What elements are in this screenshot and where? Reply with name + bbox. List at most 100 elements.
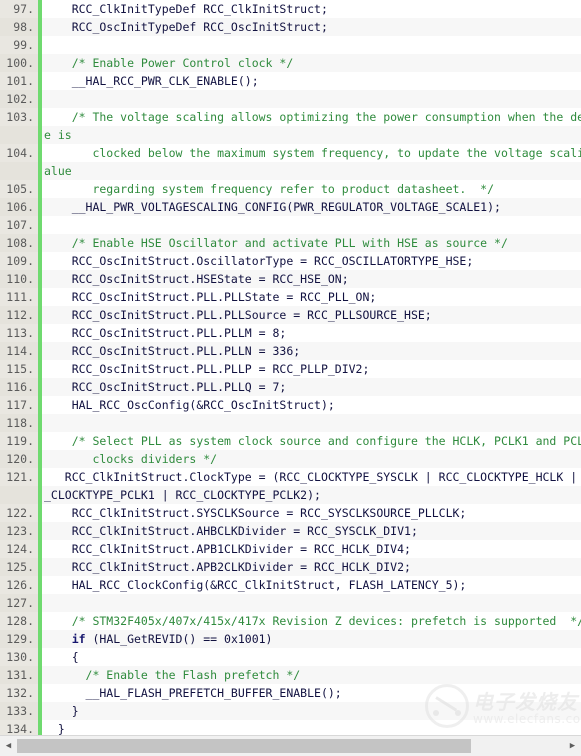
code-token-plain: } xyxy=(44,722,65,735)
code-line[interactable]: 97. RCC_ClkInitTypeDef RCC_ClkInitStruct… xyxy=(0,0,581,18)
code-token-plain: RCC_ClkInitStruct.APB2CLKDivider = RCC_H… xyxy=(44,560,411,574)
code-line[interactable]: 130. { xyxy=(0,648,581,666)
code-line-content[interactable]: { xyxy=(42,648,581,666)
code-line[interactable]: 103. /* The voltage scaling allows optim… xyxy=(0,108,581,126)
code-line[interactable]: 104. clocked below the maximum system fr… xyxy=(0,144,581,162)
code-line-content[interactable]: /* The voltage scaling allows optimizing… xyxy=(42,108,581,126)
code-line[interactable]: 111. RCC_OscInitStruct.PLL.PLLState = RC… xyxy=(0,288,581,306)
code-line[interactable]: 119. /* Select PLL as system clock sourc… xyxy=(0,432,581,450)
scrollbar-thumb[interactable] xyxy=(17,739,471,753)
scrollbar-track[interactable] xyxy=(17,739,564,753)
code-line-content[interactable] xyxy=(42,216,581,234)
code-line-content[interactable]: clocks dividers */ xyxy=(42,450,581,468)
code-line-content[interactable]: RCC_OscInitStruct.PLL.PLLN = 336; xyxy=(42,342,581,360)
code-line-content[interactable]: } xyxy=(42,702,581,720)
code-line[interactable]: 102. xyxy=(0,90,581,108)
code-line-content[interactable]: __HAL_PWR_VOLTAGESCALING_CONFIG(PWR_REGU… xyxy=(42,198,581,216)
code-line[interactable]: 98. RCC_OscInitTypeDef RCC_OscInitStruct… xyxy=(0,18,581,36)
code-token-plain: __HAL_RCC_PWR_CLK_ENABLE(); xyxy=(44,74,259,88)
code-line[interactable]: 129. if (HAL_GetREVID() == 0x1001) xyxy=(0,630,581,648)
code-line-content[interactable]: RCC_ClkInitStruct.AHBCLKDivider = RCC_SY… xyxy=(42,522,581,540)
code-line[interactable]: 110. RCC_OscInitStruct.HSEState = RCC_HS… xyxy=(0,270,581,288)
code-line[interactable]: 101. __HAL_RCC_PWR_CLK_ENABLE(); xyxy=(0,72,581,90)
code-line-content[interactable]: RCC_ClkInitTypeDef RCC_ClkInitStruct; xyxy=(42,0,581,18)
code-line[interactable]: 127. xyxy=(0,594,581,612)
code-line-content[interactable]: RCC_OscInitStruct.PLL.PLLQ = 7; xyxy=(42,378,581,396)
code-line-content[interactable]: /* STM32F405x/407x/415x/417x Revision Z … xyxy=(42,612,581,630)
code-line-content[interactable]: _CLOCKTYPE_PCLK1 | RCC_CLOCKTYPE_PCLK2); xyxy=(42,486,581,504)
code-line[interactable]: 113. RCC_OscInitStruct.PLL.PLLM = 8; xyxy=(0,324,581,342)
code-line-content[interactable]: if (HAL_GetREVID() == 0x1001) xyxy=(42,630,581,648)
code-line[interactable]: 107. xyxy=(0,216,581,234)
code-token-cmt: e is xyxy=(44,128,72,142)
code-viewport[interactable]: 97. RCC_ClkInitTypeDef RCC_ClkInitStruct… xyxy=(0,0,581,735)
code-line[interactable]: 125. RCC_ClkInitStruct.APB2CLKDivider = … xyxy=(0,558,581,576)
code-line-content[interactable] xyxy=(42,594,581,612)
code-line-content[interactable]: /* Enable HSE Oscillator and activate PL… xyxy=(42,234,581,252)
code-line[interactable]: 128. /* STM32F405x/407x/415x/417x Revisi… xyxy=(0,612,581,630)
code-line-content[interactable]: RCC_OscInitStruct.PLL.PLLSource = RCC_PL… xyxy=(42,306,581,324)
code-line-content[interactable]: /* Select PLL as system clock source and… xyxy=(42,432,581,450)
code-line[interactable]: 105. regarding system frequency refer to… xyxy=(0,180,581,198)
code-line[interactable]: 133. } xyxy=(0,702,581,720)
code-line-content[interactable]: RCC_ClkInitStruct.APB2CLKDivider = RCC_H… xyxy=(42,558,581,576)
code-line-content[interactable]: } xyxy=(42,720,581,735)
code-line-content[interactable]: RCC_OscInitTypeDef RCC_OscInitStruct; xyxy=(42,18,581,36)
code-line-content[interactable]: alue xyxy=(42,162,581,180)
code-line[interactable]: 132. __HAL_FLASH_PREFETCH_BUFFER_ENABLE(… xyxy=(0,684,581,702)
code-line-content[interactable]: HAL_RCC_ClockConfig(&RCC_ClkInitStruct, … xyxy=(42,576,581,594)
code-editor[interactable]: 97. RCC_ClkInitTypeDef RCC_ClkInitStruct… xyxy=(0,0,581,756)
code-line[interactable]: 124. RCC_ClkInitStruct.APB1CLKDivider = … xyxy=(0,540,581,558)
line-number: 126. xyxy=(0,576,38,594)
code-line[interactable]: 99. xyxy=(0,36,581,54)
code-line-content[interactable]: HAL_RCC_OscConfig(&RCC_OscInitStruct); xyxy=(42,396,581,414)
line-number: 129. xyxy=(0,630,38,648)
code-line[interactable]: 100. /* Enable Power Control clock */ xyxy=(0,54,581,72)
code-line[interactable]: 109. RCC_OscInitStruct.OscillatorType = … xyxy=(0,252,581,270)
code-line-content[interactable]: RCC_OscInitStruct.PLL.PLLM = 8; xyxy=(42,324,581,342)
code-line-content[interactable] xyxy=(42,90,581,108)
code-line[interactable]: 117. HAL_RCC_OscConfig(&RCC_OscInitStruc… xyxy=(0,396,581,414)
code-line-content[interactable]: RCC_ClkInitStruct.ClockType = (RCC_CLOCK… xyxy=(42,468,581,486)
line-number: 128. xyxy=(0,612,38,630)
code-line[interactable]: 134. } xyxy=(0,720,581,735)
code-line[interactable]: 120. clocks dividers */ xyxy=(0,450,581,468)
horizontal-scrollbar[interactable]: ◀ ▶ xyxy=(0,735,581,756)
scroll-right-arrow-icon[interactable]: ▶ xyxy=(564,736,581,756)
scroll-left-arrow-icon[interactable]: ◀ xyxy=(0,736,17,756)
code-line[interactable]: 118. xyxy=(0,414,581,432)
code-line-content[interactable]: __HAL_FLASH_PREFETCH_BUFFER_ENABLE(); xyxy=(42,684,581,702)
code-line-content[interactable]: RCC_ClkInitStruct.SYSCLKSource = RCC_SYS… xyxy=(42,504,581,522)
code-line[interactable]: 112. RCC_OscInitStruct.PLL.PLLSource = R… xyxy=(0,306,581,324)
code-token-cmt: /* Enable HSE Oscillator and activate PL… xyxy=(44,236,508,250)
code-line-content[interactable]: RCC_OscInitStruct.PLL.PLLP = RCC_PLLP_DI… xyxy=(42,360,581,378)
code-line[interactable]: 131. /* Enable the Flash prefetch */ xyxy=(0,666,581,684)
code-line-content[interactable]: RCC_OscInitStruct.HSEState = RCC_HSE_ON; xyxy=(42,270,581,288)
code-line[interactable]: _CLOCKTYPE_PCLK1 | RCC_CLOCKTYPE_PCLK2); xyxy=(0,486,581,504)
line-number: 105. xyxy=(0,180,38,198)
code-line-content[interactable]: e is xyxy=(42,126,581,144)
code-token-cmt: clocks dividers */ xyxy=(44,452,218,466)
code-line[interactable]: alue xyxy=(0,162,581,180)
code-line-content[interactable]: RCC_OscInitStruct.PLL.PLLState = RCC_PLL… xyxy=(42,288,581,306)
code-line-content[interactable]: RCC_OscInitStruct.OscillatorType = RCC_O… xyxy=(42,252,581,270)
code-line[interactable]: e is xyxy=(0,126,581,144)
code-line-content[interactable]: /* Enable the Flash prefetch */ xyxy=(42,666,581,684)
code-line[interactable]: 106. __HAL_PWR_VOLTAGESCALING_CONFIG(PWR… xyxy=(0,198,581,216)
code-line-content[interactable] xyxy=(42,414,581,432)
code-line[interactable]: 122. RCC_ClkInitStruct.SYSCLKSource = RC… xyxy=(0,504,581,522)
code-token-plain: RCC_ClkInitStruct.AHBCLKDivider = RCC_SY… xyxy=(44,524,418,538)
code-line-content[interactable]: __HAL_RCC_PWR_CLK_ENABLE(); xyxy=(42,72,581,90)
code-line-content[interactable] xyxy=(42,36,581,54)
code-line[interactable]: 114. RCC_OscInitStruct.PLL.PLLN = 336; xyxy=(0,342,581,360)
code-line[interactable]: 115. RCC_OscInitStruct.PLL.PLLP = RCC_PL… xyxy=(0,360,581,378)
code-line-content[interactable]: regarding system frequency refer to prod… xyxy=(42,180,581,198)
code-line-content[interactable]: RCC_ClkInitStruct.APB1CLKDivider = RCC_H… xyxy=(42,540,581,558)
code-line[interactable]: 108. /* Enable HSE Oscillator and activa… xyxy=(0,234,581,252)
code-line[interactable]: 121. RCC_ClkInitStruct.ClockType = (RCC_… xyxy=(0,468,581,486)
code-line[interactable]: 116. RCC_OscInitStruct.PLL.PLLQ = 7; xyxy=(0,378,581,396)
code-line[interactable]: 126. HAL_RCC_ClockConfig(&RCC_ClkInitStr… xyxy=(0,576,581,594)
code-line-content[interactable]: /* Enable Power Control clock */ xyxy=(42,54,581,72)
code-line-content[interactable]: clocked below the maximum system frequen… xyxy=(42,144,581,162)
code-line[interactable]: 123. RCC_ClkInitStruct.AHBCLKDivider = R… xyxy=(0,522,581,540)
